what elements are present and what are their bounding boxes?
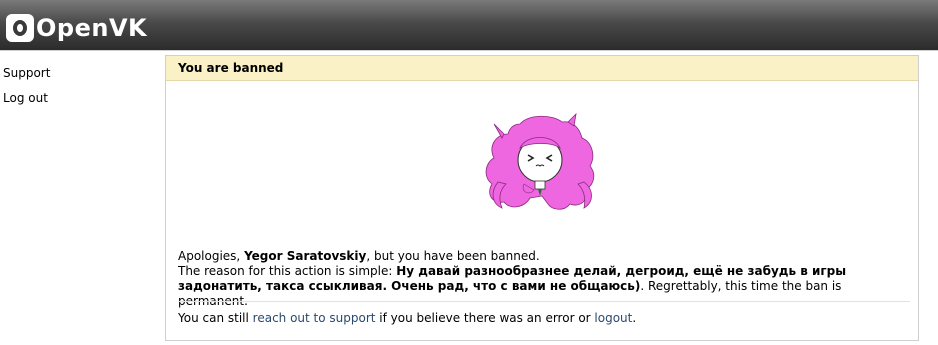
- reason-prefix: The reason for this action is simple:: [178, 264, 397, 278]
- divider: [178, 301, 910, 302]
- logo-text: OpenVK: [36, 14, 148, 42]
- footer-middle: if you believe there was an error or: [375, 311, 595, 325]
- apology-suffix: , but you have been banned.: [366, 249, 540, 263]
- user-name: Yegor Saratovskiy: [244, 249, 367, 263]
- openvk-logo[interactable]: OpenVK: [6, 14, 147, 42]
- sidebar: Support Log out: [3, 66, 153, 116]
- reach-out-support-link[interactable]: reach out to support: [253, 311, 376, 325]
- sidebar-item-support[interactable]: Support: [3, 66, 153, 91]
- footer-prefix: You can still: [178, 311, 253, 325]
- ban-message: Apologies, Yegor Saratovskiy, but you ha…: [178, 249, 913, 309]
- support-note: You can still reach out to support if yo…: [178, 311, 636, 326]
- ban-panel: You are banned Apologies, Yegor Saratovs…: [165, 55, 919, 341]
- page-title: You are banned: [166, 56, 918, 81]
- footer-suffix: .: [632, 311, 637, 325]
- top-header: OpenVK: [0, 0, 938, 51]
- banned-girl-illustration: [485, 112, 595, 210]
- apology-prefix: Apologies,: [178, 249, 245, 263]
- logout-link[interactable]: logout: [594, 311, 632, 325]
- sidebar-item-logout[interactable]: Log out: [3, 91, 153, 116]
- logo-icon: [6, 14, 34, 42]
